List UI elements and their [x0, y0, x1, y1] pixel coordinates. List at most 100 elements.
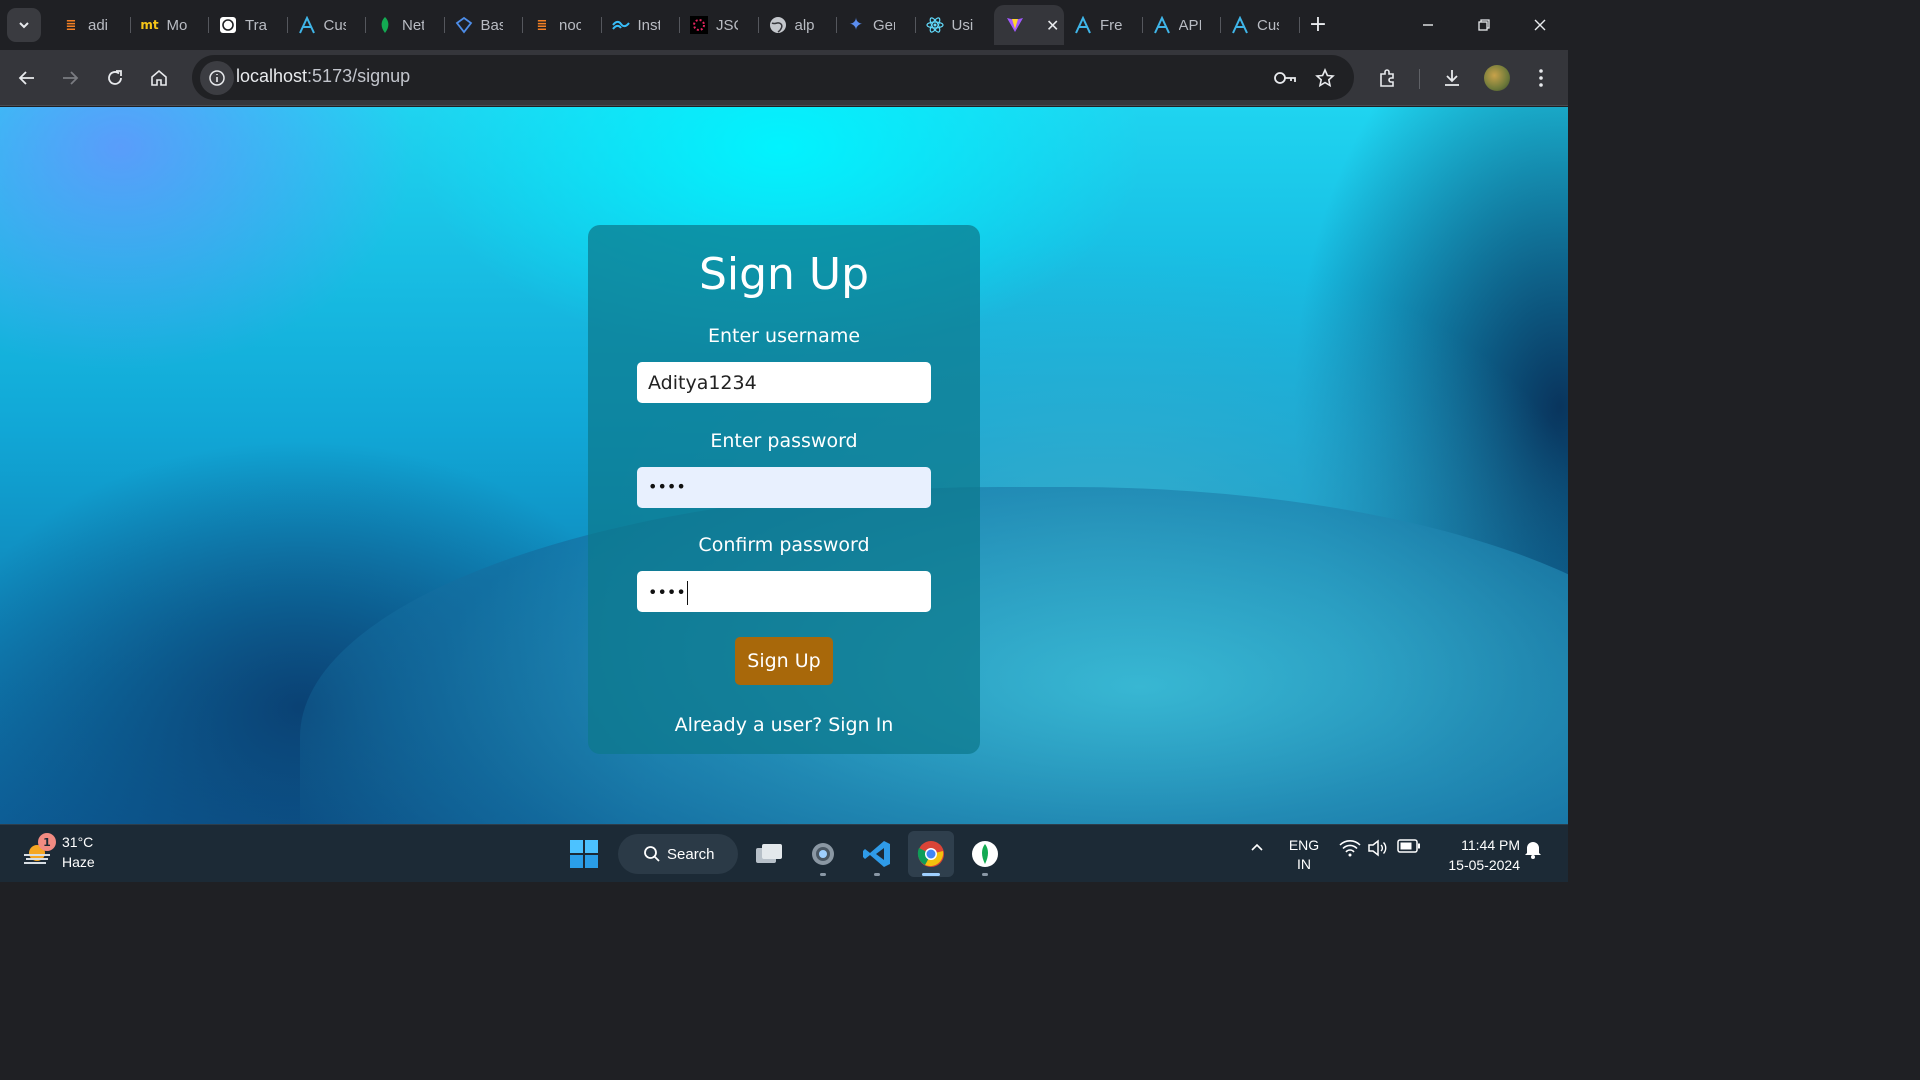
tab[interactable]: API: [1143, 5, 1221, 45]
restore-button[interactable]: [1456, 0, 1512, 50]
input-language-indicator[interactable]: ENG IN: [1286, 836, 1322, 874]
back-button[interactable]: [10, 61, 44, 95]
key-icon: [1274, 72, 1296, 84]
start-button[interactable]: [561, 831, 607, 877]
leaf-icon: [376, 16, 394, 34]
gem-icon: [455, 16, 473, 34]
tab[interactable]: Tra: [209, 5, 288, 45]
stack-icon: ≣: [65, 17, 77, 33]
openai-icon: [219, 16, 237, 34]
stack-icon: ≣: [536, 17, 548, 33]
a-logo-icon: [298, 16, 316, 34]
password-key-button[interactable]: [1270, 63, 1300, 93]
profile-avatar[interactable]: [1484, 65, 1510, 91]
a-logo-icon: [1153, 16, 1171, 34]
settings-app[interactable]: [800, 831, 846, 877]
menu-button[interactable]: [1524, 61, 1558, 95]
plus-icon: +: [1308, 11, 1328, 37]
mongodb-compass-app[interactable]: [962, 831, 1008, 877]
tab-search-button[interactable]: [7, 8, 41, 42]
clock[interactable]: 11:44 PM 15-05-2024: [1430, 835, 1520, 875]
mt-icon: mt: [140, 18, 159, 32]
download-icon: [1445, 70, 1459, 86]
globe-icon: [769, 16, 787, 34]
volume-status[interactable]: [1366, 839, 1390, 857]
show-hidden-icons-button[interactable]: [1248, 839, 1266, 855]
sparkle-icon: ✦: [848, 15, 864, 35]
forward-button[interactable]: [53, 61, 87, 95]
bookmark-star-button[interactable]: [1310, 63, 1340, 93]
minimize-icon: [1423, 24, 1433, 26]
arrow-left-icon: [18, 71, 34, 85]
tab[interactable]: Bas: [445, 5, 523, 45]
site-info-button[interactable]: [200, 61, 234, 95]
flower-icon: [690, 16, 708, 34]
task-view-icon: [756, 844, 782, 863]
username-label: Enter username: [707, 325, 861, 347]
chrome-icon: [917, 841, 944, 867]
tab[interactable]: Inst: [602, 5, 680, 45]
arrow-right-icon: [63, 71, 79, 85]
notification-badge: 1: [38, 833, 56, 851]
extensions-button[interactable]: [1370, 61, 1404, 95]
gear-icon: [812, 843, 834, 865]
a-logo-icon: [1231, 16, 1249, 34]
signup-button[interactable]: Sign Up: [735, 637, 833, 685]
new-tab-button[interactable]: +: [1304, 10, 1332, 38]
signin-link[interactable]: Already a user? Sign In: [588, 714, 980, 736]
battery-status[interactable]: [1396, 839, 1422, 853]
wifi-icon: [1339, 840, 1361, 857]
tab[interactable]: ≣ noc: [523, 5, 602, 45]
browser-toolbar: localhost:5173/signup: [0, 50, 1568, 106]
page-background: Sign Up Enter username Enter password ••…: [0, 107, 1568, 824]
vite-icon: [1006, 16, 1024, 34]
react-icon: [925, 16, 944, 34]
wifi-status[interactable]: [1338, 839, 1362, 857]
text-caret: [686, 581, 688, 605]
confirm-password-mask: ••••: [648, 581, 688, 605]
confirm-password-label: Confirm password: [698, 534, 870, 556]
task-view-button[interactable]: [746, 831, 792, 877]
a-logo-icon: [1074, 16, 1092, 34]
leaf-icon: [972, 841, 998, 867]
tab[interactable]: ✦Ger: [837, 5, 916, 45]
close-tab-icon[interactable]: ✕: [1046, 16, 1059, 35]
tab[interactable]: mt Mo: [131, 5, 209, 45]
url-text: localhost:5173/signup: [236, 66, 411, 86]
tab[interactable]: Cus: [288, 5, 366, 45]
notifications-button[interactable]: [1522, 839, 1544, 859]
page-title: Sign Up: [698, 249, 870, 300]
tab-active[interactable]: ✕: [994, 5, 1064, 45]
tab[interactable]: JSC: [680, 5, 759, 45]
signup-card: Sign Up Enter username Enter password ••…: [588, 225, 980, 754]
chevron-up-icon: [1251, 843, 1263, 851]
home-button[interactable]: [142, 61, 176, 95]
reload-button[interactable]: [98, 61, 132, 95]
close-icon: [1534, 19, 1546, 31]
password-label: Enter password: [710, 430, 858, 452]
tailwind-icon: [611, 16, 630, 34]
battery-icon: [1397, 839, 1420, 853]
tab[interactable]: ≣ adi: [52, 5, 131, 45]
minimize-button[interactable]: [1400, 0, 1456, 50]
star-icon: [1315, 68, 1335, 88]
speaker-icon: [1368, 839, 1387, 857]
tab[interactable]: Usi: [916, 5, 995, 45]
chrome-app[interactable]: [908, 831, 954, 877]
taskbar-search[interactable]: Search: [618, 834, 738, 874]
windows-logo-icon: [570, 840, 598, 868]
tab[interactable]: Cus: [1221, 5, 1300, 45]
tab[interactable]: alp: [759, 5, 837, 45]
tab-list: ≣adi mtMo Tra Cus Net Bas ≣noc Inst JSC …: [52, 5, 1300, 45]
weather-condition: Haze: [62, 854, 95, 870]
username-input[interactable]: [637, 362, 931, 403]
tab[interactable]: Net: [366, 5, 445, 45]
downloads-button[interactable]: [1435, 61, 1469, 95]
home-icon: [151, 69, 167, 86]
tab[interactable]: Fre: [1064, 5, 1143, 45]
address-bar[interactable]: localhost:5173/signup: [192, 55, 1354, 100]
bell-icon: [1525, 842, 1541, 859]
vscode-app[interactable]: [854, 831, 900, 877]
close-window-button[interactable]: [1512, 0, 1568, 50]
chevron-down-icon: [19, 22, 29, 29]
